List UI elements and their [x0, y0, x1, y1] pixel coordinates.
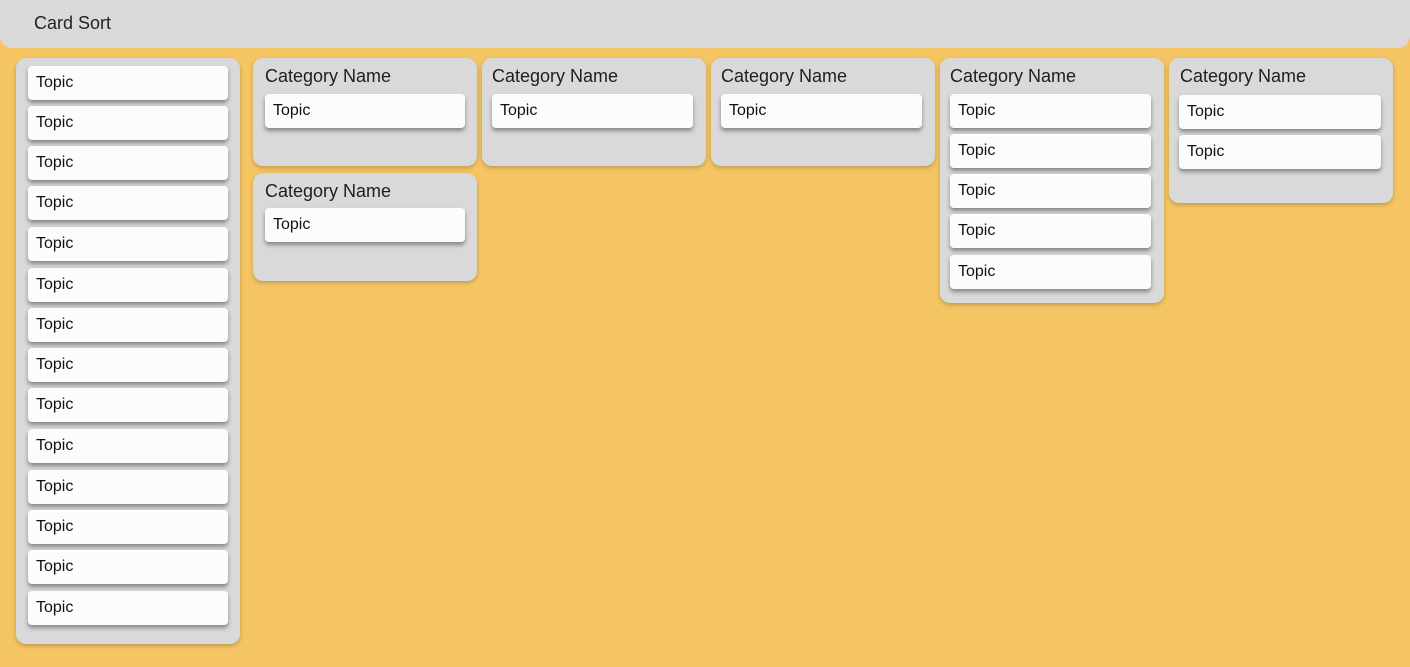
category-box[interactable]: Category Name Topic [482, 58, 706, 166]
topic-pool[interactable]: Topic Topic Topic Topic Topic Topic Topi… [16, 58, 240, 644]
topic-card[interactable]: Topic [28, 106, 228, 140]
category-title[interactable]: Category Name [1180, 66, 1306, 87]
category-box[interactable]: Category Name Topic Topic Topic Topic To… [940, 58, 1164, 303]
topic-card[interactable]: Topic [28, 470, 228, 504]
topic-card[interactable]: Topic [950, 255, 1151, 289]
category-title[interactable]: Category Name [265, 181, 391, 202]
topic-card[interactable]: Topic [28, 186, 228, 220]
category-box[interactable]: Category Name Topic [711, 58, 935, 166]
category-box[interactable]: Category Name Topic [253, 173, 477, 281]
topic-card[interactable]: Topic [28, 550, 228, 584]
topic-card[interactable]: Topic [28, 308, 228, 342]
topic-card[interactable]: Topic [950, 134, 1151, 168]
topic-card[interactable]: Topic [492, 94, 693, 128]
category-title[interactable]: Category Name [492, 66, 618, 87]
topic-card[interactable]: Topic [28, 388, 228, 422]
topic-card[interactable]: Topic [265, 94, 465, 128]
app-title: Card Sort [34, 13, 112, 33]
app-header: Card Sort [0, 0, 1410, 48]
topic-card[interactable]: Topic [265, 208, 465, 242]
topic-card[interactable]: Topic [721, 94, 922, 128]
category-title[interactable]: Category Name [265, 66, 391, 87]
topic-card[interactable]: Topic [28, 429, 228, 463]
topic-card[interactable]: Topic [28, 348, 228, 382]
topic-card[interactable]: Topic [28, 66, 228, 100]
topic-card[interactable]: Topic [28, 591, 228, 625]
topic-card[interactable]: Topic [1179, 95, 1381, 129]
topic-card[interactable]: Topic [28, 227, 228, 261]
topic-card[interactable]: Topic [28, 268, 228, 302]
category-title[interactable]: Category Name [950, 66, 1076, 87]
topic-card[interactable]: Topic [950, 174, 1151, 208]
category-box[interactable]: Category Name Topic Topic [1169, 58, 1393, 203]
topic-card[interactable]: Topic [28, 146, 228, 180]
topic-card[interactable]: Topic [950, 214, 1151, 248]
topic-card[interactable]: Topic [950, 94, 1151, 128]
topic-card[interactable]: Topic [1179, 135, 1381, 169]
category-title[interactable]: Category Name [721, 66, 847, 87]
category-box[interactable]: Category Name Topic [253, 58, 477, 166]
topic-card[interactable]: Topic [28, 510, 228, 544]
